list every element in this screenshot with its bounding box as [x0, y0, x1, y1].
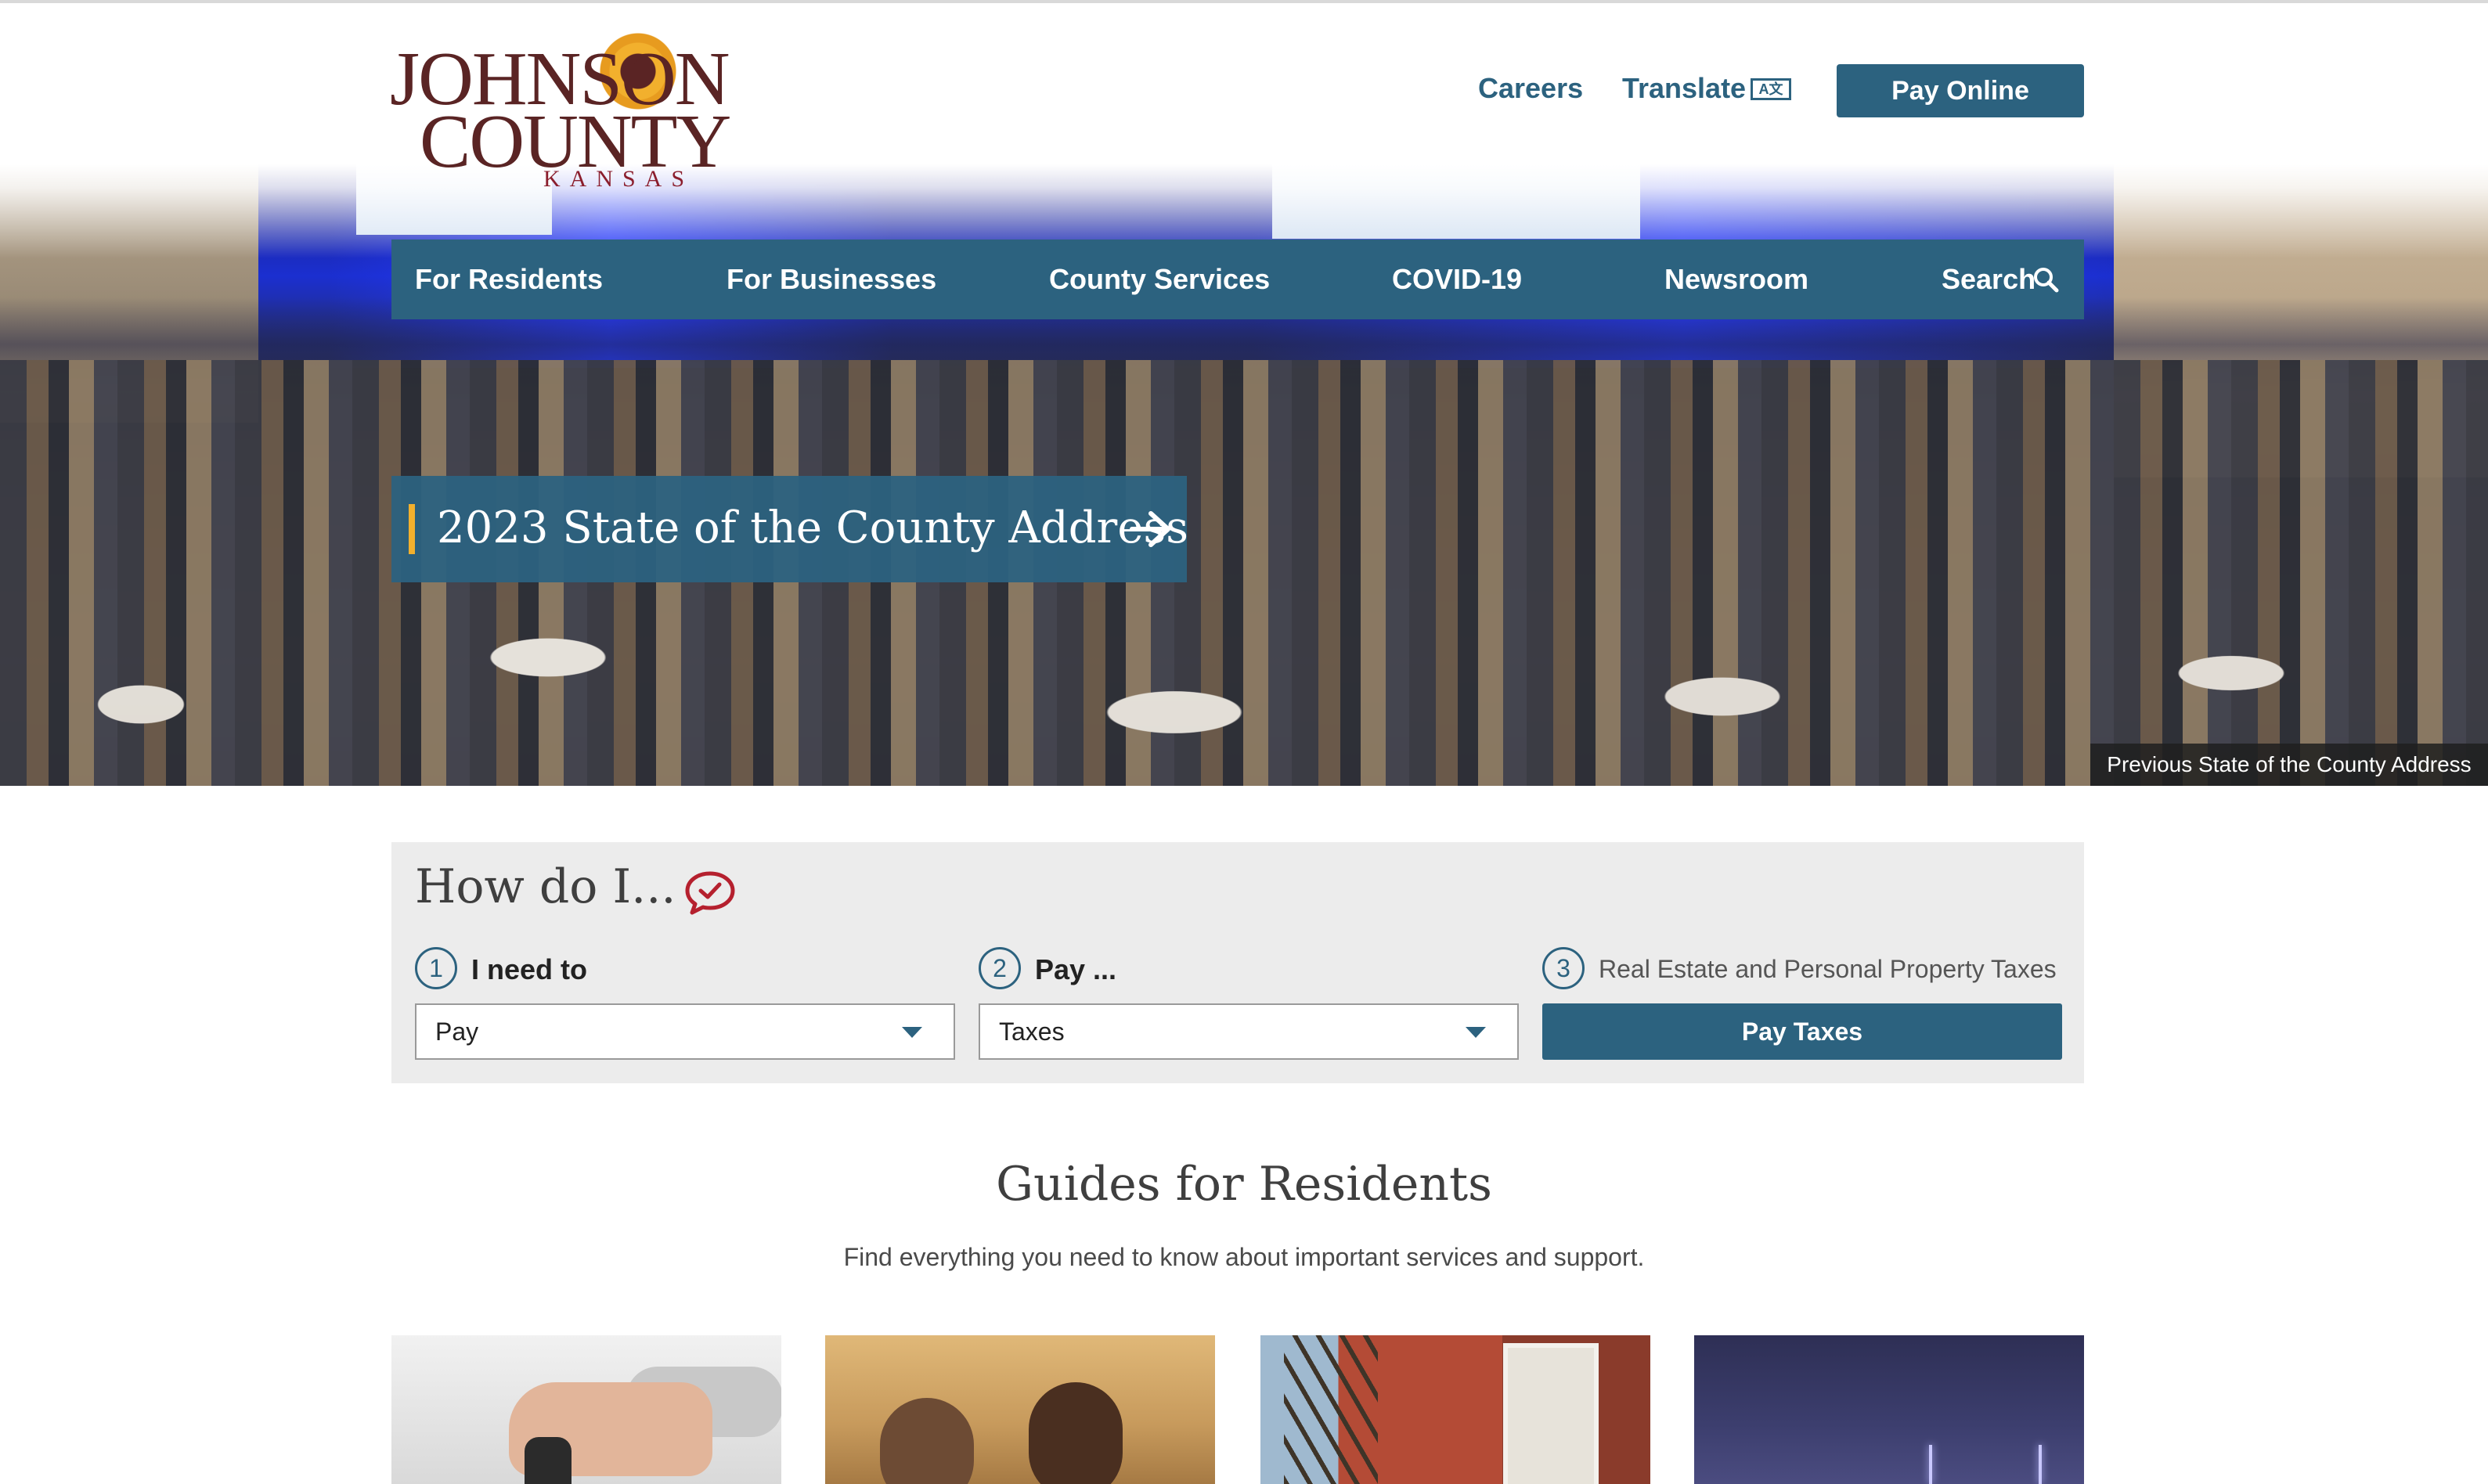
pay-online-button[interactable]: Pay Online	[1837, 64, 2084, 117]
step-1-label: I need to	[471, 953, 588, 985]
arrow-right-icon	[1130, 511, 1170, 547]
translate-link[interactable]: Translate	[1622, 72, 1746, 105]
pay-select[interactable]: Taxes	[979, 1003, 1519, 1060]
i-need-to-select[interactable]: Pay	[415, 1003, 955, 1060]
chat-check-icon	[685, 871, 735, 915]
guides-title: Guides for Residents	[996, 1157, 1492, 1212]
step-2-number: 2	[979, 947, 1021, 989]
nav-item-covid-19[interactable]: COVID-19	[1392, 240, 1522, 319]
careers-link[interactable]: Careers	[1478, 72, 1583, 105]
hero-crowd	[0, 360, 2488, 786]
cta-label: 2023 State of the County Address	[437, 502, 1188, 553]
hero-caption[interactable]: Previous State of the County Address	[2090, 744, 2488, 786]
chevron-down-icon	[1466, 1027, 1486, 1038]
how-do-i-title: How do I...	[415, 859, 676, 914]
guide-card-vehicles[interactable]	[391, 1335, 781, 1484]
nav-item-search[interactable]: Search	[1942, 240, 2035, 319]
car-key-image	[525, 1437, 572, 1484]
nav-item-for-residents[interactable]: For Residents	[415, 240, 603, 319]
county-logo[interactable]: JOHNSON COUNTY KANSAS	[390, 25, 731, 193]
main-nav: For Residents For Businesses County Serv…	[391, 240, 2084, 319]
translate-icon[interactable]: A文	[1751, 78, 1791, 100]
guide-card-emergency[interactable]	[1694, 1335, 2084, 1484]
nav-item-county-services[interactable]: County Services	[1049, 240, 1270, 319]
i-need-to-value: Pay	[435, 1018, 479, 1046]
logo-subtitle: KANSAS	[543, 166, 694, 192]
step-1-number: 1	[415, 947, 457, 989]
guides-subtitle: Find everything you need to know about i…	[843, 1243, 1645, 1271]
window-image	[1503, 1343, 1599, 1484]
hero-cta-link[interactable]: 2023 State of the County Address	[391, 476, 1188, 582]
search-icon[interactable]	[2032, 266, 2059, 293]
cta-accent-bar	[409, 504, 415, 554]
guide-card-housing[interactable]	[1260, 1335, 1650, 1484]
how-do-i-panel: How do I... 1 I need to 2 Pay ... 3 Real…	[391, 842, 2084, 1083]
nav-item-for-businesses[interactable]: For Businesses	[727, 240, 936, 319]
pay-taxes-button[interactable]: Pay Taxes	[1542, 1003, 2062, 1060]
step-2-label: Pay ...	[1035, 953, 1117, 985]
nav-item-newsroom[interactable]: Newsroom	[1664, 240, 1808, 319]
step-3-label: Real Estate and Personal Property Taxes	[1599, 955, 2057, 983]
guide-card-people[interactable]	[825, 1335, 1215, 1484]
pay-value: Taxes	[999, 1018, 1065, 1046]
top-border	[0, 0, 2488, 3]
step-3-number: 3	[1542, 947, 1585, 989]
chevron-down-icon	[902, 1027, 922, 1038]
lightning-image	[1929, 1445, 1932, 1484]
